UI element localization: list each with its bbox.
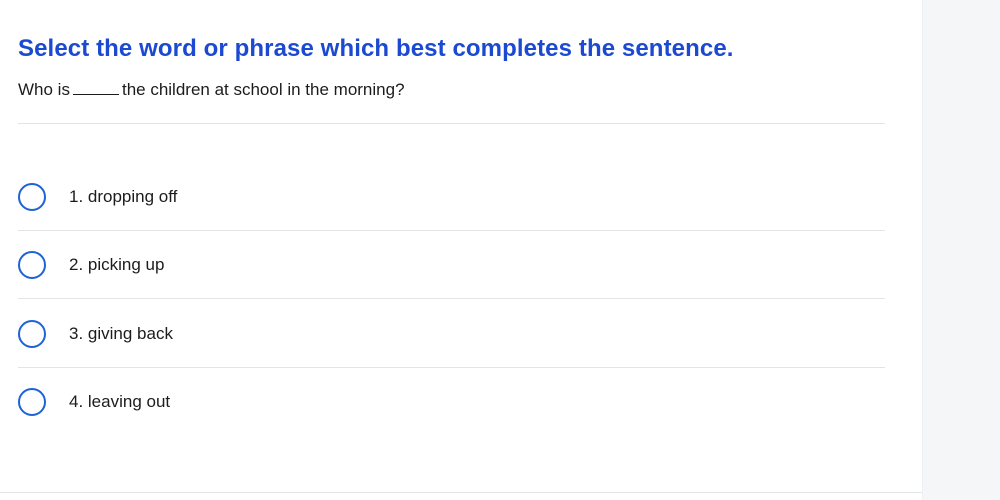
answer-option-label[interactable]: 3. giving back: [69, 323, 173, 345]
radio-button-4[interactable]: [18, 388, 46, 416]
answer-option-label[interactable]: 4. leaving out: [69, 391, 170, 413]
radio-button-3[interactable]: [18, 320, 46, 348]
answer-option-1[interactable]: 1. dropping off: [18, 170, 885, 238]
page: Select the word or phrase which best com…: [0, 0, 1000, 500]
question-before-blank: Who is: [18, 80, 70, 99]
question-blank: [72, 80, 119, 95]
option-divider: [18, 298, 885, 299]
question-card: Select the word or phrase which best com…: [0, 0, 922, 500]
answer-option-2[interactable]: 2. picking up: [18, 238, 885, 306]
answer-option-label[interactable]: 2. picking up: [69, 254, 164, 276]
question-divider: [18, 123, 885, 124]
option-divider: [18, 367, 885, 368]
instruction-heading: Select the word or phrase which best com…: [18, 35, 734, 62]
bottom-divider: [0, 492, 922, 493]
radio-button-1[interactable]: [18, 183, 46, 211]
question-after-blank: the children at school in the morning?: [121, 80, 405, 99]
answer-option-4[interactable]: 4. leaving out: [18, 375, 885, 443]
side-panel: [922, 0, 1000, 500]
question-text: Who is the children at school in the morn…: [18, 79, 405, 101]
radio-button-2[interactable]: [18, 251, 46, 279]
option-divider: [18, 230, 885, 231]
answer-option-3[interactable]: 3. giving back: [18, 307, 885, 375]
answer-option-label[interactable]: 1. dropping off: [69, 186, 177, 208]
